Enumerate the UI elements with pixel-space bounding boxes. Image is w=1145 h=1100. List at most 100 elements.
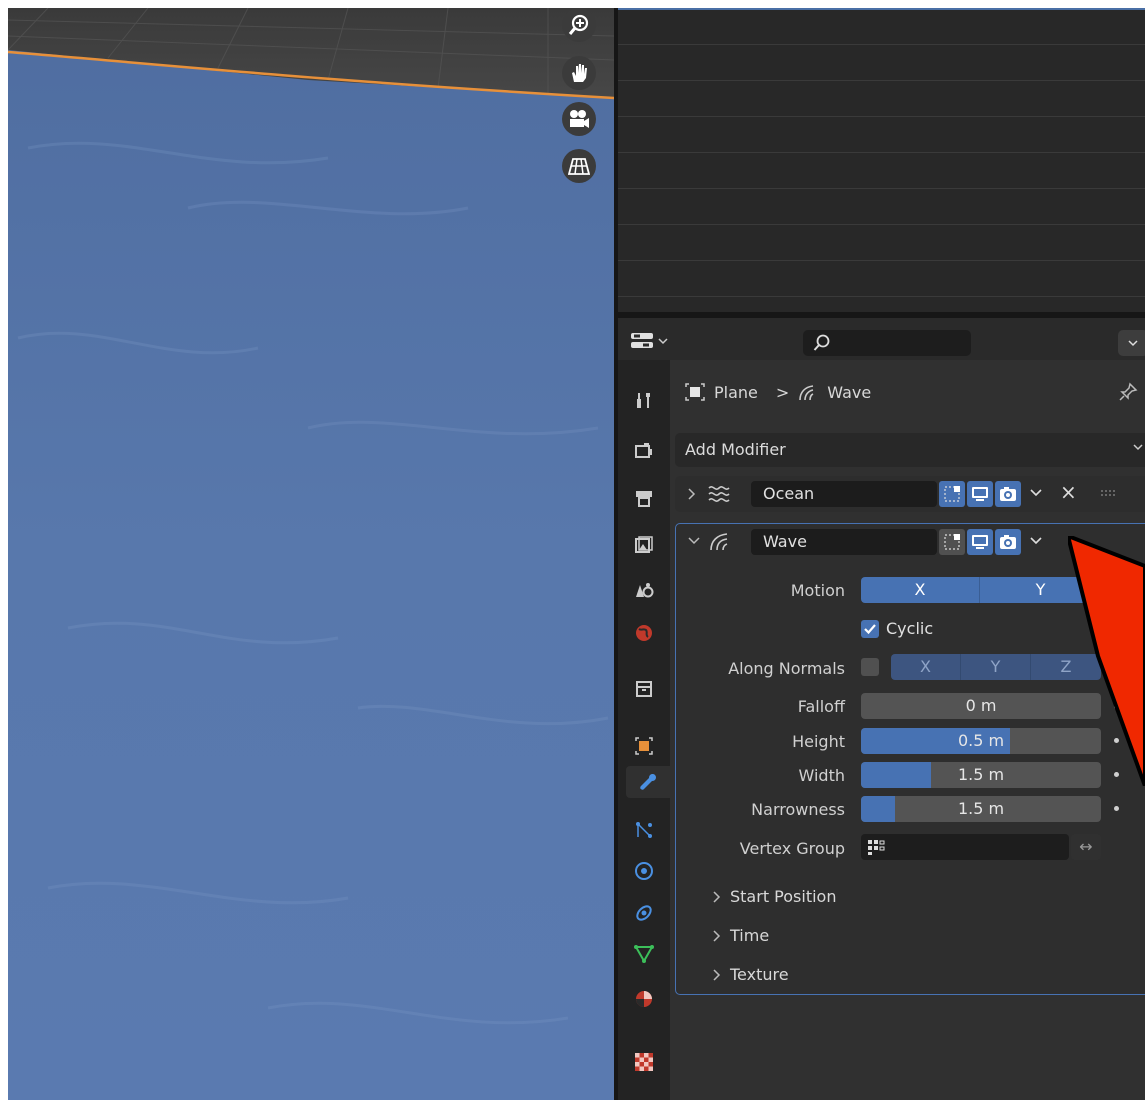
tab-constraints[interactable] [628,897,660,929]
subpanel-label: Time [730,926,770,945]
render-camera-icon [635,443,652,458]
camera-view-icon[interactable] [562,102,596,136]
tab-collection[interactable] [628,673,660,705]
motion-x-toggle[interactable]: X [861,577,980,603]
height-field[interactable]: 0.5 m [861,728,1101,754]
keyframe-dot-icon[interactable] [1114,806,1119,811]
ocean-surface [8,8,614,1100]
tab-material[interactable] [628,983,660,1015]
pan-hand-icon[interactable] [562,56,596,90]
narrowness-value: 1.5 m [957,799,1005,818]
printer-icon [636,491,652,507]
breadcrumb: Plane > Wave [684,380,871,404]
pin-icon[interactable] [1118,382,1138,406]
width-field[interactable]: 1.5 m [861,762,1101,788]
edit-mode-toggle[interactable] [939,481,965,507]
tab-physics[interactable] [628,855,660,887]
particles-icon [636,822,652,838]
close-icon[interactable]: × [1060,480,1077,504]
search-icon [813,334,830,351]
narrowness-field[interactable]: 1.5 m [861,796,1101,822]
viewport-display-toggle[interactable] [967,529,993,555]
along-normals-label: Along Normals [728,659,845,678]
properties-editor-icon [631,333,653,348]
world-icon [636,625,652,641]
ocean-modifier-panel: Ocean × [675,476,1145,512]
editor-type-button[interactable] [630,328,682,354]
ocean-name-field[interactable]: Ocean [751,481,937,507]
subpanel-time[interactable]: Time [712,926,769,945]
options-dropdown[interactable] [1118,330,1145,356]
3d-viewport[interactable] [8,8,614,1100]
edit-mode-icon [944,486,960,502]
chevron-down-icon[interactable] [1029,488,1043,498]
normals-x-toggle[interactable]: X [891,654,961,680]
tab-data[interactable] [628,938,660,970]
along-normals-checkbox[interactable] [861,658,879,676]
cyclic-checkbox[interactable] [861,620,879,638]
cyclic-label[interactable]: Cyclic [886,619,933,638]
normals-y-toggle[interactable]: Y [961,654,1031,680]
motion-axis-toggle: X Y [861,577,1101,603]
edit-mode-icon [944,534,960,550]
subpanel-start-position[interactable]: Start Position [712,887,836,906]
row-line [618,260,1145,261]
properties-editor: Plane > Wave Add Modifier Ocean × Wave M… [618,318,1145,1100]
width-value: 1.5 m [957,765,1005,784]
add-modifier-dropdown[interactable]: Add Modifier [675,433,1145,467]
chevron-right-icon [713,968,721,981]
search-input[interactable] [803,330,971,356]
breadcrumb-modifier[interactable]: Wave [827,383,871,402]
ocean-modifier-icon [708,486,730,502]
scene-icon [636,583,654,598]
row-line [618,296,1145,297]
chevron-right-icon [713,890,721,903]
tab-tool[interactable] [628,384,660,416]
wave-modifier-icon [799,385,814,401]
zoom-icon[interactable] [562,8,596,42]
monitor-icon [972,535,988,549]
mesh-data-icon [634,945,654,963]
tab-output[interactable] [628,482,660,514]
camera-icon [1000,487,1016,501]
app-window: Plane > Wave Add Modifier Ocean × Wave M… [8,8,1145,1100]
breadcrumb-separator: > [775,382,790,402]
drag-handle-icon[interactable] [1101,490,1119,498]
chevron-down-icon[interactable] [1029,536,1043,546]
perspective-grid-icon[interactable] [562,149,596,183]
annotation-arrow [1068,536,1145,786]
vertex-group-field[interactable] [861,834,1069,860]
edit-mode-toggle[interactable] [939,529,965,555]
subpanel-texture[interactable]: Texture [712,965,789,984]
tab-view-layer[interactable] [628,529,660,561]
wave-name-field[interactable]: Wave [751,529,937,555]
collection-box-icon [636,681,652,697]
outliner-area[interactable] [618,8,1145,312]
tool-icon [637,393,650,408]
invert-vertex-group-button[interactable]: ↔ [1071,834,1101,860]
height-label: Height [792,732,845,751]
properties-header [618,318,1145,360]
area-top-border [618,8,1145,10]
tab-world[interactable] [628,617,660,649]
tab-object[interactable] [628,730,660,762]
swap-arrows-icon: ↔ [1079,837,1093,856]
subpanel-label: Texture [730,965,789,984]
vertex-group-value [861,834,1069,860]
motion-label: Motion [790,581,845,600]
viewport-display-toggle[interactable] [967,481,993,507]
tab-scene[interactable] [628,574,660,606]
vertex-group-label: Vertex Group [739,839,845,858]
render-toggle[interactable] [995,529,1021,555]
width-label: Width [798,766,845,785]
tab-render[interactable] [628,434,660,466]
render-toggle[interactable] [995,481,1021,507]
tab-texture[interactable] [628,1046,660,1078]
falloff-field[interactable]: 0 m [861,693,1101,719]
tab-modifiers[interactable] [626,766,670,798]
tab-particles[interactable] [628,814,660,846]
chevron-right-icon[interactable] [687,488,697,500]
chevron-down-icon[interactable] [688,536,700,546]
breadcrumb-object[interactable]: Plane [714,383,758,402]
chevron-right-icon [713,929,721,942]
